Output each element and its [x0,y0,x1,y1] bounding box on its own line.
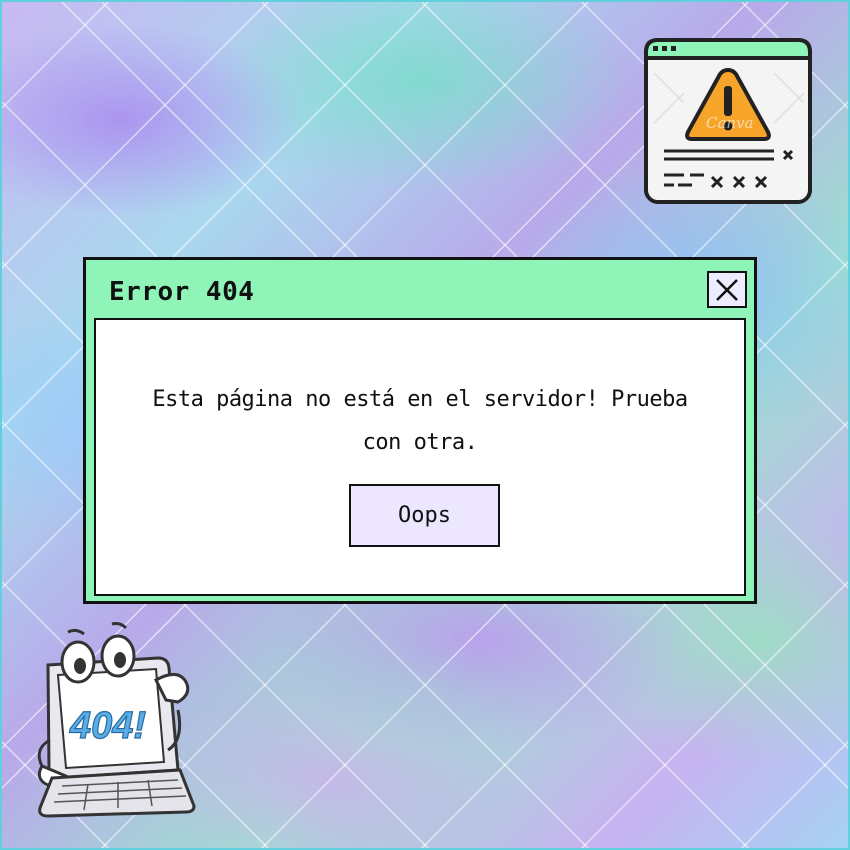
svg-text:404!: 404! [69,705,146,747]
svg-text:Canva: Canva [706,114,754,132]
dialog-content: Esta página no está en el servidor! Prue… [94,318,746,596]
oops-button[interactable]: Oops [349,484,500,547]
close-button[interactable] [707,271,747,308]
warning-window-icon: Canva [644,38,812,204]
close-icon [716,279,738,301]
dialog-title: Error 404 [109,277,255,307]
dialog-message: Esta página no está en el servidor! Prue… [152,387,688,455]
error-dialog: Error 404 Esta página no está en el serv… [83,257,757,604]
laptop-404-mascot: 404! [37,622,196,818]
